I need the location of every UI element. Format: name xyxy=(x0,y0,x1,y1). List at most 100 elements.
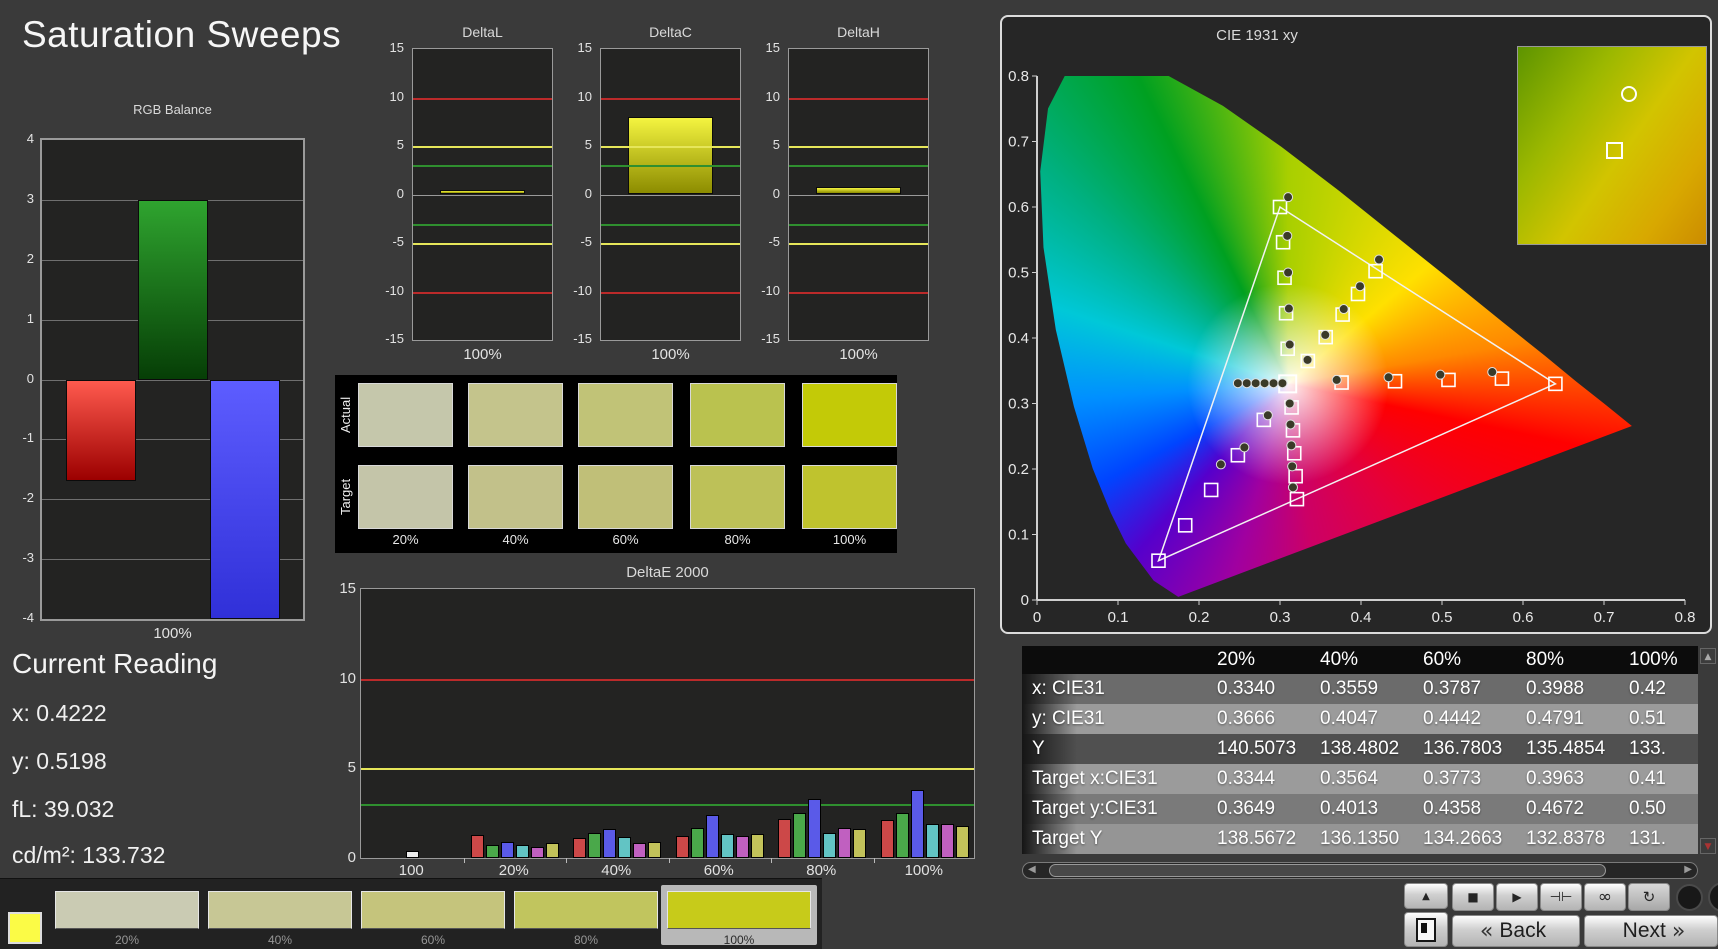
measured-marker xyxy=(1285,399,1294,408)
delta-ytick: 0 xyxy=(560,186,592,201)
deltae-bar xyxy=(706,815,719,858)
actual-swatch-100% xyxy=(802,383,897,447)
deltae-bar xyxy=(471,835,484,858)
table-header-40%: 40% xyxy=(1310,646,1413,674)
measurement-table: 20%40%60%80%100%x: CIE310.33400.35590.37… xyxy=(1022,646,1698,854)
scrollbar-thumb[interactable] xyxy=(1049,864,1606,877)
deltae-bar xyxy=(588,833,601,858)
y-tick-label: 0.4 xyxy=(1008,330,1029,347)
table-row[interactable]: Target x:CIE310.33440.35640.37730.39630.… xyxy=(1022,764,1698,794)
measured-marker xyxy=(1303,355,1312,364)
table-header-100%: 100% xyxy=(1619,646,1696,674)
delta-title-DeltaH: DeltaH xyxy=(753,24,964,40)
pattern-window-button[interactable] xyxy=(1404,912,1448,947)
deltae-bar xyxy=(516,845,529,858)
reference-line xyxy=(361,768,974,770)
patch-tile-20%[interactable] xyxy=(55,891,199,929)
delta-bar xyxy=(628,117,713,195)
table-row[interactable]: Target Y138.5672136.1350134.2663132.8378… xyxy=(1022,824,1698,854)
y-tick-label: 0.6 xyxy=(1008,199,1029,216)
measured-marker xyxy=(1240,443,1249,452)
rgb-bar-blue xyxy=(210,380,280,620)
next-label: Next xyxy=(1623,919,1666,943)
deltae-bar xyxy=(751,834,764,858)
patch-tile-60%[interactable] xyxy=(361,891,505,929)
scroll-left-icon[interactable]: ◀ xyxy=(1028,864,1036,875)
rgb-bar-green xyxy=(138,200,208,380)
table-cell: 0.3340 xyxy=(1207,674,1310,704)
delta-ytick: 15 xyxy=(748,40,780,55)
table-scroll-up-button[interactable]: ▲ xyxy=(1700,648,1716,664)
measured-marker xyxy=(1321,330,1330,339)
deltae-bar xyxy=(618,837,631,858)
patch-tile-80%[interactable] xyxy=(514,891,658,929)
delta-chart-DeltaH xyxy=(788,48,929,341)
patch-tile-100%[interactable] xyxy=(667,891,811,929)
table-row[interactable]: Target y:CIE310.36490.40130.43580.46720.… xyxy=(1022,794,1698,824)
scroll-right-icon[interactable]: ▶ xyxy=(1684,864,1692,875)
table-scroll-down-button[interactable]: ▼ xyxy=(1700,838,1716,854)
rgb-ytick: -3 xyxy=(8,550,34,565)
table-row[interactable]: y: CIE310.36660.40470.44420.47910.51 xyxy=(1022,704,1698,734)
deltae-bar xyxy=(881,820,894,858)
delta-ytick: 5 xyxy=(372,137,404,152)
actual-row-label: Actual xyxy=(338,383,353,447)
table-cell: 0.3988 xyxy=(1516,674,1619,704)
rgb-balance-title: RGB Balance xyxy=(40,102,305,117)
patch-tile-label: 40% xyxy=(208,933,352,947)
panel-up-button[interactable]: ▲ xyxy=(1404,883,1448,909)
table-cell: 134.2663 xyxy=(1413,824,1516,854)
measured-marker xyxy=(1285,340,1294,349)
refresh-icon: ↻ xyxy=(1643,888,1656,906)
play-button[interactable]: ▶ xyxy=(1496,883,1538,911)
table-cell: 0.51 xyxy=(1619,704,1696,734)
refresh-button[interactable]: ↻ xyxy=(1628,883,1670,911)
meter-status-button[interactable] xyxy=(1676,884,1703,911)
measured-marker xyxy=(1263,411,1272,420)
reference-line xyxy=(413,146,552,148)
stop-button[interactable]: ■ xyxy=(1452,883,1494,911)
deltae-group-label: 60% xyxy=(668,862,771,879)
table-cell: 138.5672 xyxy=(1207,824,1310,854)
continuous-read-button[interactable]: ∞ xyxy=(1584,883,1626,911)
actual-swatch-60% xyxy=(578,383,673,447)
measured-marker xyxy=(1216,460,1225,469)
cie-1931-panel: CIE 1931 xy 00.10.20.30.40.50.60.70.800.… xyxy=(1000,15,1712,634)
range-icon: ⊣⊢ xyxy=(1550,890,1573,905)
table-cell: 136.7803 xyxy=(1413,734,1516,764)
delta-title-DeltaC: DeltaC xyxy=(565,24,776,40)
delta-xlabel: 100% xyxy=(788,346,929,363)
delta-bar xyxy=(816,187,901,195)
delta-ytick: -15 xyxy=(372,331,404,346)
deltae-bar xyxy=(911,790,924,858)
deltae-ytick: 15 xyxy=(324,580,356,597)
measured-marker xyxy=(1332,375,1341,384)
delta-ytick: 5 xyxy=(560,137,592,152)
deltae-bar xyxy=(648,842,661,858)
reference-line xyxy=(413,292,552,294)
deltae-group-label: 40% xyxy=(565,862,668,879)
row-label: Target y:CIE31 xyxy=(1022,794,1207,824)
patch-tile-40%[interactable] xyxy=(208,891,352,929)
delta-ytick: 5 xyxy=(748,137,780,152)
deltae-bar xyxy=(531,847,544,858)
table-horizontal-scrollbar[interactable]: ◀ ▶ xyxy=(1022,862,1698,879)
table-cell: 0.3963 xyxy=(1516,764,1619,794)
delta-ytick: -10 xyxy=(372,283,404,298)
table-row[interactable]: Y140.5073138.4802136.7803135.4854133. xyxy=(1022,734,1698,764)
x-tick-label: 0.2 xyxy=(1189,609,1210,626)
measured-marker xyxy=(1374,255,1383,264)
range-read-button[interactable]: ⊣⊢ xyxy=(1540,883,1582,911)
swatch-col-label: 100% xyxy=(802,532,897,547)
deltae-group-label: 80% xyxy=(770,862,873,879)
source-status-button[interactable] xyxy=(1708,882,1718,912)
table-row[interactable]: x: CIE310.33400.35590.37870.39880.42 xyxy=(1022,674,1698,704)
down-arrow-icon: ▼ xyxy=(1705,842,1712,852)
table-cell: 131. xyxy=(1619,824,1696,854)
next-button[interactable]: Next » xyxy=(1584,915,1718,947)
table-cell: 0.50 xyxy=(1619,794,1696,824)
measured-marker xyxy=(1488,368,1497,377)
y-tick-label: 0 xyxy=(1021,592,1029,609)
measured-marker xyxy=(1287,441,1296,450)
back-button[interactable]: « Back xyxy=(1452,915,1580,947)
